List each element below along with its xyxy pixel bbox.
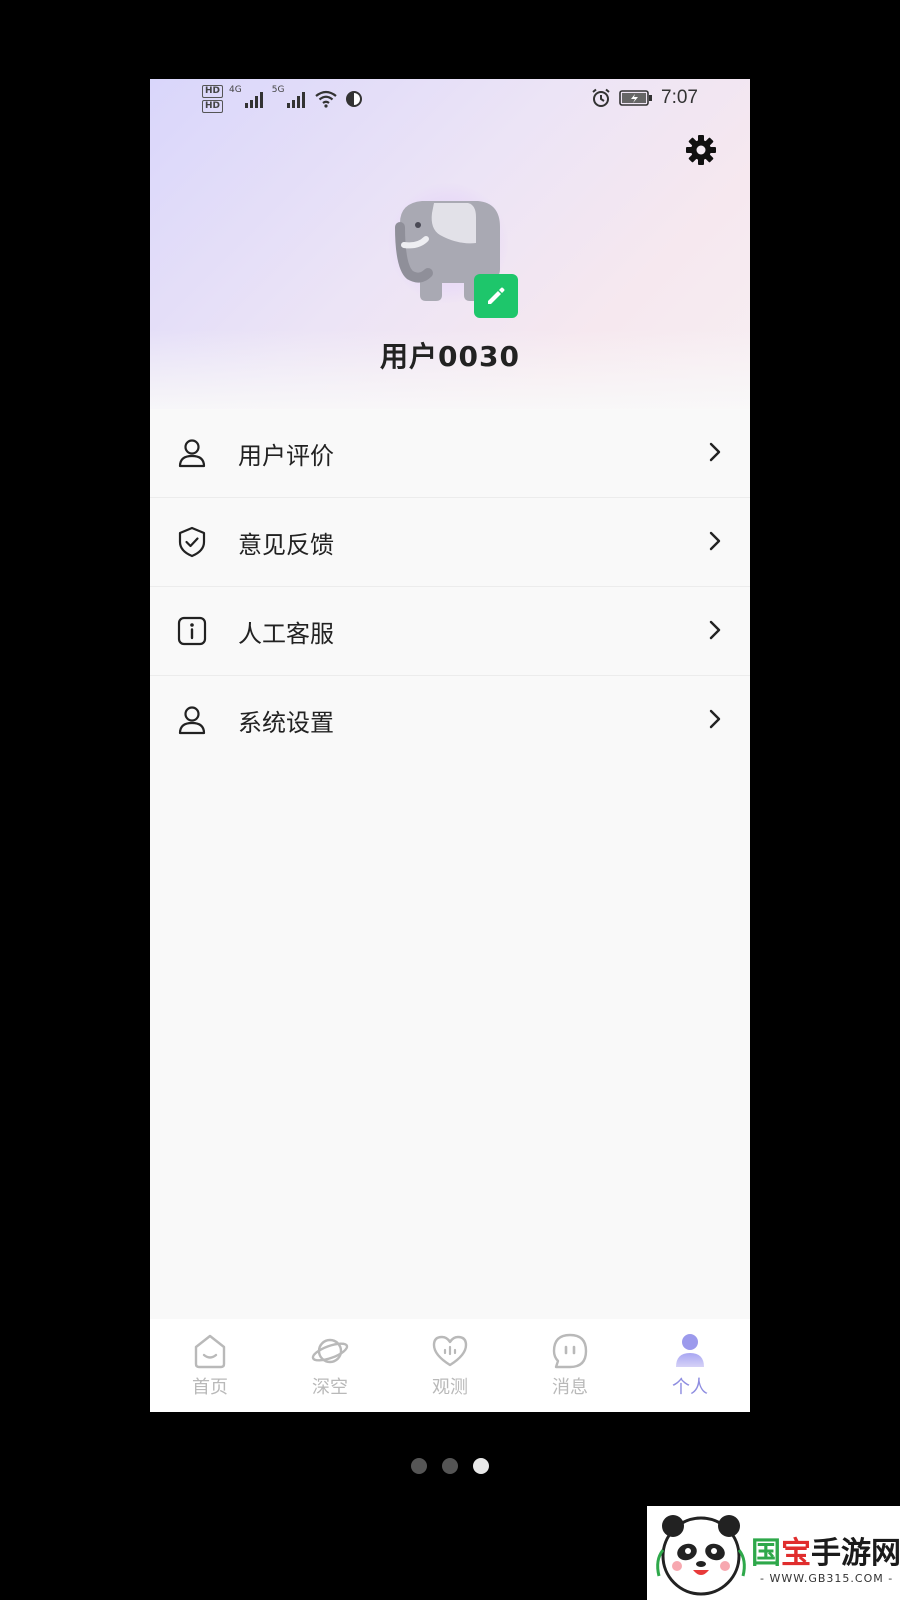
tab-messages[interactable]: 消息	[510, 1319, 630, 1412]
signal-icon	[244, 92, 263, 108]
username: 用户0030	[380, 340, 520, 373]
menu-list: 用户评价 意见反馈 人工客服 系统设置	[150, 409, 750, 764]
watermark-url: - WWW.GB315.COM -	[760, 1572, 894, 1585]
watermark-title: 国宝手游网	[751, 1528, 900, 1572]
info-icon	[177, 616, 207, 646]
chevron-right-icon	[709, 709, 721, 729]
pencil-icon	[488, 287, 505, 304]
signal-icon	[287, 92, 306, 108]
shield-check-icon	[178, 526, 206, 558]
tab-label: 首页	[192, 1377, 228, 1398]
chevron-right-icon	[709, 442, 721, 462]
tab-label: 观测	[432, 1377, 468, 1398]
wifi-icon	[315, 90, 338, 108]
panda-logo-icon	[656, 1515, 746, 1596]
menu-item-feedback[interactable]: 意见反馈	[150, 498, 750, 587]
gear-icon	[686, 135, 716, 165]
tab-label: 消息	[552, 1377, 588, 1398]
vpn-icon	[346, 91, 363, 107]
site-watermark: 国宝手游网 - WWW.GB315.COM -	[647, 1506, 900, 1600]
tab-observe[interactable]: 观测	[390, 1319, 510, 1412]
chevron-right-icon	[709, 531, 721, 551]
chevron-right-icon	[709, 620, 721, 640]
watermark-char: 国	[751, 1536, 781, 1571]
planet-icon	[311, 1338, 349, 1364]
hd-badge: HD	[202, 100, 224, 113]
menu-item-label: 用户评价	[238, 441, 334, 470]
settings-button[interactable]	[685, 134, 717, 166]
menu-item-user-reviews[interactable]: 用户评价	[150, 409, 750, 498]
heart-icon	[432, 1335, 468, 1367]
tab-profile[interactable]: 个人	[630, 1319, 750, 1412]
status-left: HD HD 4G 5G	[202, 85, 364, 113]
message-icon	[552, 1333, 588, 1369]
bottom-tab-bar: 首页 深空 观测 消息 个人	[150, 1319, 750, 1412]
watermark-char: 手游网	[811, 1536, 900, 1571]
tab-label: 个人	[672, 1377, 708, 1398]
watermark-char: 宝	[781, 1536, 811, 1571]
tab-deep-space[interactable]: 深空	[270, 1319, 390, 1412]
person-icon	[178, 439, 206, 468]
menu-item-label: 系统设置	[238, 708, 334, 737]
status-right: 7:07	[591, 87, 698, 109]
tab-label: 深空	[312, 1377, 348, 1398]
hd-badge: HD	[202, 85, 224, 98]
phone-screen: HD HD 4G 5G 7:07 用户0030 用户评价 意见反馈 人工客服 系…	[150, 79, 750, 1412]
menu-item-label: 意见反馈	[238, 530, 334, 559]
hd-badges: HD HD	[202, 85, 224, 113]
tab-home[interactable]: 首页	[150, 1319, 270, 1412]
network-type: 4G	[229, 85, 242, 95]
profile-icon	[676, 1334, 704, 1367]
status-bar: HD HD 4G 5G 7:07	[150, 79, 750, 119]
menu-item-customer-service[interactable]: 人工客服	[150, 587, 750, 676]
page-dot[interactable]	[442, 1458, 458, 1474]
menu-item-label: 人工客服	[238, 619, 334, 648]
person-icon	[178, 706, 206, 735]
menu-item-system-settings[interactable]: 系统设置	[150, 676, 750, 764]
battery-icon	[619, 90, 653, 106]
clock-time: 7:07	[661, 87, 698, 108]
page-indicator	[0, 1458, 900, 1474]
page-dot[interactable]	[411, 1458, 427, 1474]
alarm-icon	[592, 88, 610, 107]
network-type: 5G	[271, 85, 285, 95]
page-dot-active[interactable]	[473, 1458, 489, 1474]
home-icon	[194, 1334, 226, 1369]
edit-avatar-button[interactable]	[474, 274, 518, 318]
